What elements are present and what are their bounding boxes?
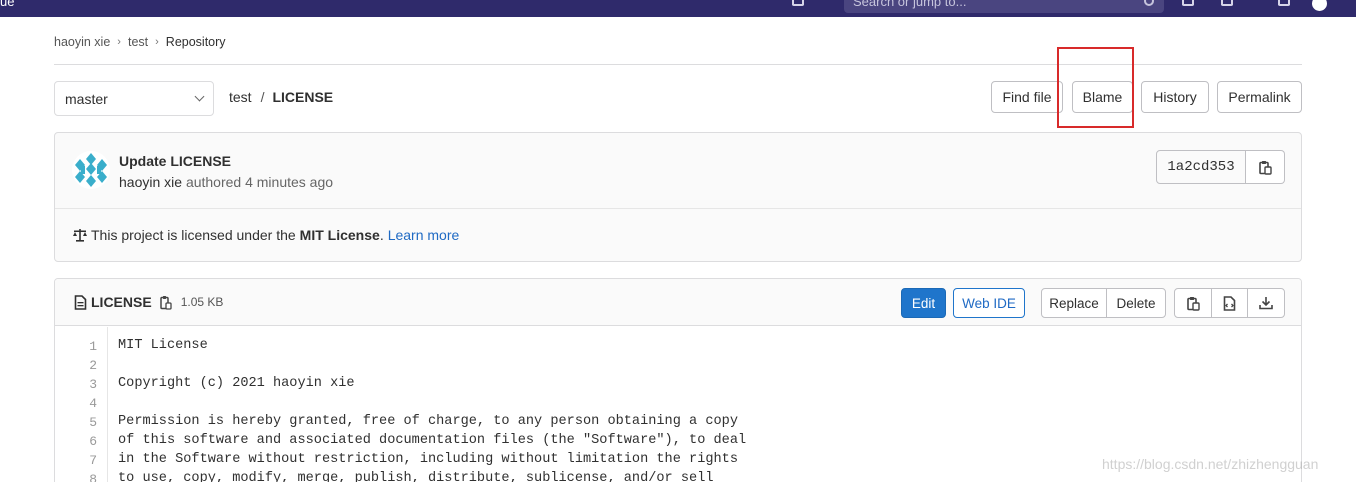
clipboard-icon (1186, 296, 1200, 311)
commit-meta: haoyin xie authored 4 minutes ago (119, 174, 333, 190)
delete-button[interactable]: Delete (1106, 288, 1166, 318)
divider (55, 208, 1301, 209)
file-size: 1.05 KB (180, 295, 224, 309)
learn-more-link[interactable]: Learn more (388, 227, 460, 243)
file-viewer: LICENSE 1.05 KB Edit Web IDE Replace Del… (54, 278, 1302, 482)
line-number[interactable]: 6 (67, 434, 97, 449)
watermark: https://blog.csdn.net/zhizhengguan (1102, 456, 1319, 472)
line-number[interactable]: 5 (67, 415, 97, 430)
chevron-right-icon: › (117, 36, 121, 48)
commit-author[interactable]: haoyin xie (119, 174, 182, 190)
commit-time: authored 4 minutes ago (185, 174, 334, 190)
todo-icon[interactable] (1182, 0, 1194, 6)
copy-contents-button[interactable] (1174, 288, 1212, 318)
code-line: to use, copy, modify, merge, publish, di… (118, 471, 714, 482)
search-icon (1144, 0, 1154, 6)
breadcrumb-project[interactable]: test (128, 35, 148, 49)
code-line: in the Software without restriction, inc… (118, 452, 738, 467)
line-number[interactable]: 2 (67, 358, 97, 373)
chevron-down-icon (194, 91, 205, 102)
path-file-name: LICENSE (272, 89, 334, 105)
download-icon (1259, 297, 1273, 310)
code-line: Permission is hereby granted, free of ch… (118, 414, 738, 429)
blame-button[interactable]: Blame (1072, 81, 1133, 113)
permalink-button[interactable]: Permalink (1217, 81, 1302, 113)
file-name: LICENSE (91, 294, 152, 310)
avatar[interactable] (72, 151, 110, 189)
last-commit-panel: Update LICENSE haoyin xie authored 4 min… (54, 132, 1302, 262)
download-button[interactable] (1247, 288, 1285, 318)
license-notice: This project is licensed under the MIT L… (72, 227, 459, 243)
merge-request-icon[interactable] (1221, 0, 1233, 6)
search-placeholder: Search or jump to... (853, 0, 967, 9)
line-number[interactable]: 3 (67, 377, 97, 392)
line-number[interactable]: 4 (67, 396, 97, 411)
brand-text[interactable]: ue (0, 0, 14, 9)
find-file-button[interactable]: Find file (991, 81, 1063, 113)
file-title: LICENSE 1.05 KB (74, 294, 223, 310)
branch-select[interactable]: master (54, 81, 214, 116)
issues-icon[interactable] (792, 0, 804, 6)
commit-sha[interactable]: 1a2cd353 (1156, 150, 1246, 184)
commit-title[interactable]: Update LICENSE (119, 153, 231, 169)
license-suffix: . (379, 227, 384, 243)
breadcrumb: haoyin xie › test › Repository (54, 34, 226, 50)
license-prefix: This project is licensed under the (91, 227, 296, 243)
replace-button[interactable]: Replace (1041, 288, 1107, 318)
breadcrumb-repository[interactable]: Repository (166, 35, 226, 49)
line-number[interactable]: 7 (67, 453, 97, 468)
clipboard-icon (1259, 160, 1272, 175)
file-path: test / LICENSE (229, 89, 333, 105)
file-header: LICENSE 1.05 KB Edit Web IDE Replace Del… (55, 279, 1301, 326)
license-name: MIT License (299, 227, 380, 243)
commit-sha-group: 1a2cd353 (1156, 150, 1285, 184)
path-project-link[interactable]: test (229, 89, 252, 105)
open-raw-button[interactable] (1211, 288, 1248, 318)
line-number[interactable]: 1 (67, 339, 97, 354)
search-input[interactable]: Search or jump to... (844, 0, 1164, 13)
branch-name: master (65, 90, 108, 107)
scale-icon (73, 229, 87, 242)
divider (54, 64, 1302, 65)
copy-sha-button[interactable] (1246, 150, 1285, 184)
web-ide-button[interactable]: Web IDE (953, 288, 1025, 318)
code-line: MIT License (118, 338, 208, 353)
history-button[interactable]: History (1141, 81, 1209, 113)
chevron-right-icon: › (155, 36, 159, 48)
code-line: Copyright (c) 2021 haoyin xie (118, 376, 355, 391)
line-number[interactable]: 8 (67, 472, 97, 482)
edit-button[interactable]: Edit (901, 288, 946, 318)
path-separator: / (260, 89, 265, 105)
notifications-icon[interactable] (1278, 0, 1290, 6)
top-navbar: ue Search or jump to... (0, 0, 1356, 17)
line-number-gutter: 1 2 3 4 5 6 7 8 (55, 327, 108, 482)
file-icon (74, 294, 87, 310)
breadcrumb-user[interactable]: haoyin xie (54, 35, 110, 49)
code-line: of this software and associated document… (118, 433, 747, 448)
help-icon[interactable] (1312, 0, 1327, 11)
copy-path-icon[interactable] (159, 295, 172, 310)
document-code-icon (1223, 295, 1236, 311)
